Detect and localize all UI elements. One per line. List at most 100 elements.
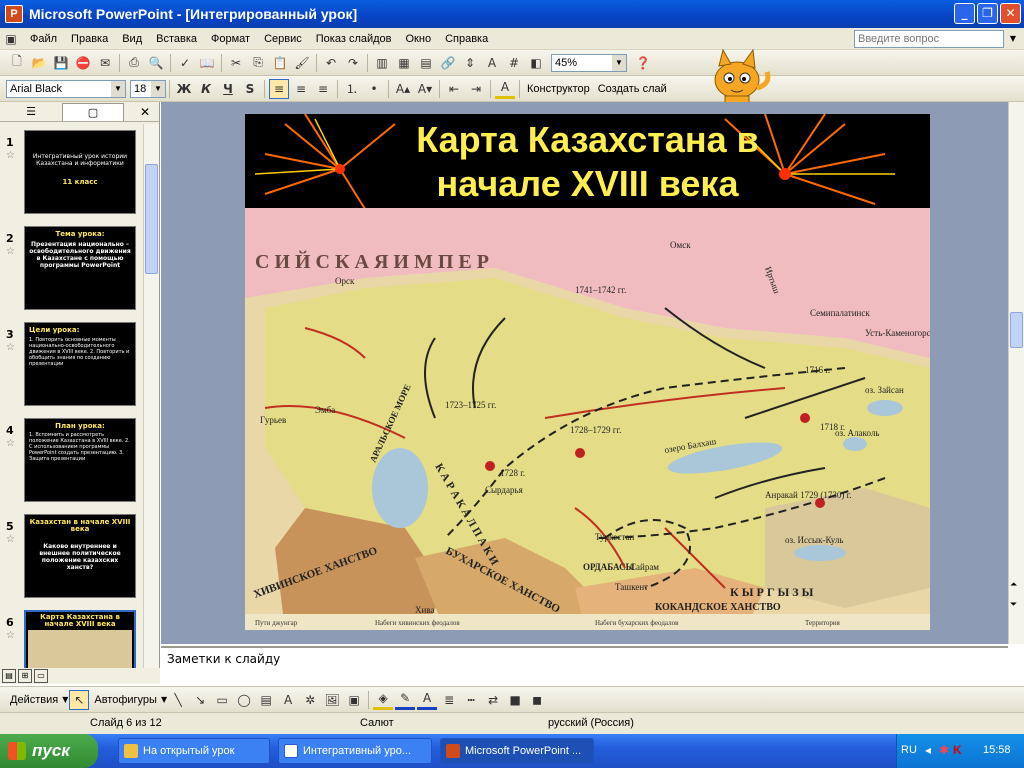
panel-close-icon[interactable]: ✕ — [140, 105, 150, 119]
close-button[interactable]: ✕ — [1000, 3, 1021, 24]
menu-edit[interactable]: Правка — [64, 33, 115, 45]
slide-thumbnail-3[interactable]: 3 ☆ Цели урока: 1. Повторить основные мо… — [4, 322, 140, 412]
menu-insert[interactable]: Вставка — [149, 33, 204, 45]
new-icon[interactable]: 🗋 — [7, 53, 27, 73]
open-icon[interactable]: 📂 — [29, 53, 49, 73]
show-formatting-icon[interactable]: A — [482, 53, 502, 73]
bullets-icon[interactable]: • — [364, 79, 384, 99]
fill-color-icon[interactable]: ◈ — [373, 690, 394, 710]
slide-thumbnail-5[interactable]: 5 ☆ Казахстан в начале XVIII века Каково… — [4, 514, 140, 604]
line-icon[interactable]: ╲ — [168, 690, 188, 710]
autoshapes-dropdown-icon[interactable]: ▼ — [161, 695, 167, 704]
increase-font-icon[interactable]: A▴ — [393, 79, 413, 99]
font-dropdown-icon[interactable]: ▼ — [111, 80, 125, 97]
task-word[interactable]: Интегративный уро... — [278, 738, 432, 764]
slide-title[interactable]: Карта Казахстана в начале XVIII века — [245, 118, 930, 206]
save-icon[interactable]: 💾 — [51, 53, 71, 73]
slide-thumbnail-6[interactable]: 6 ☆ Карта Казахстана в начале XVIII века — [4, 610, 140, 668]
align-center-icon[interactable]: ≡ — [291, 79, 311, 99]
decrease-indent-icon[interactable]: ⇤ — [444, 79, 464, 99]
help-icon[interactable]: ❓ — [633, 53, 653, 73]
email-icon[interactable]: ✉ — [95, 53, 115, 73]
ask-dropdown-icon[interactable]: ▼ — [1006, 31, 1020, 47]
autoshapes-menu[interactable]: Автофигуры — [90, 694, 161, 706]
picture-icon[interactable]: ▣ — [344, 690, 364, 710]
decrease-font-icon[interactable]: A▾ — [415, 79, 435, 99]
app-tray-icon[interactable]: K — [953, 743, 962, 757]
rectangle-icon[interactable]: ▭ — [212, 690, 232, 710]
permission-icon[interactable]: ⛔ — [73, 53, 93, 73]
shadow-style-icon[interactable]: ■ — [505, 690, 525, 710]
kazakhstan-map-image[interactable]: С И Й С К А Я И М П Е Р АРАЛЬСКОЕ МОРЕ Х… — [245, 208, 930, 630]
shadow-button[interactable]: S — [240, 79, 260, 99]
document-icon[interactable]: ▣ — [1, 29, 21, 49]
align-right-icon[interactable]: ≡ — [313, 79, 333, 99]
language-indicator[interactable]: RU — [901, 744, 917, 756]
insert-table-icon[interactable]: ▦ — [394, 53, 414, 73]
paste-icon[interactable]: 📋 — [270, 53, 290, 73]
designer-button[interactable]: Конструктор — [523, 83, 594, 95]
line-style-icon[interactable]: ≣ — [439, 690, 459, 710]
font-size-select[interactable]: 18 ▼ — [130, 79, 166, 98]
slide-thumbnail-4[interactable]: 4 ☆ План урока: 1. Вспомнить и рассмотре… — [4, 418, 140, 508]
actions-menu[interactable]: Действия — [6, 694, 62, 706]
print-icon[interactable]: ⎙ — [124, 53, 144, 73]
clipart-icon[interactable]: 🖼 — [322, 690, 342, 710]
normal-view-icon[interactable]: ▤ — [2, 669, 16, 683]
increase-indent-icon[interactable]: ⇥ — [466, 79, 486, 99]
tables-borders-icon[interactable]: ▤ — [416, 53, 436, 73]
italic-button[interactable]: К — [196, 79, 216, 99]
network-icon[interactable]: ◂ — [925, 743, 931, 757]
oval-icon[interactable]: ◯ — [234, 690, 254, 710]
hyperlink-icon[interactable]: 🔗 — [438, 53, 458, 73]
spelling-icon[interactable]: ✓ — [175, 53, 195, 73]
menu-tools[interactable]: Сервис — [257, 33, 309, 45]
slideshow-view-icon[interactable]: ▭ — [34, 669, 48, 683]
start-button[interactable]: пуск — [0, 734, 98, 768]
arrow-style-icon[interactable]: ⇄ — [483, 690, 503, 710]
slide-thumbnail-2[interactable]: 2 ☆ Тема урока: Презентация национально … — [4, 226, 140, 316]
ask-question-input[interactable]: Введите вопрос — [854, 30, 1004, 48]
next-slide-icon[interactable]: ⏷ — [1010, 600, 1017, 610]
thumbnails-scrollbar[interactable] — [143, 124, 159, 668]
underline-button[interactable]: Ч — [218, 79, 238, 99]
office-assistant[interactable] — [697, 44, 775, 108]
font-name-select[interactable]: Arial Black ▼ — [6, 79, 126, 98]
research-icon[interactable]: 📖 — [197, 53, 217, 73]
tab-outline[interactable]: ☰ — [0, 103, 62, 121]
scrollbar-thumb[interactable] — [1010, 312, 1023, 348]
slide-sorter-icon[interactable]: ⊞ — [18, 669, 32, 683]
menu-view[interactable]: Вид — [115, 33, 149, 45]
textbox-icon[interactable]: ▤ — [256, 690, 276, 710]
format-painter-icon[interactable]: 🖌 — [292, 53, 312, 73]
restore-button[interactable]: ❐ — [977, 3, 998, 24]
numbering-icon[interactable]: ⒈ — [342, 79, 362, 99]
zoom-select[interactable]: 45% ▼ — [551, 53, 627, 72]
color-grayscale-icon[interactable]: ◧ — [526, 53, 546, 73]
antivirus-icon[interactable]: ✱ — [939, 743, 949, 757]
bold-button[interactable]: Ж — [174, 79, 194, 99]
dash-style-icon[interactable]: ┅ — [461, 690, 481, 710]
align-left-icon[interactable]: ≡ — [269, 78, 289, 99]
wordart-icon[interactable]: A — [278, 690, 298, 710]
scrollbar-thumb[interactable] — [145, 164, 158, 274]
slide-thumbnail-1[interactable]: 1 ☆ Интегративный урок истории Казахстан… — [4, 130, 140, 220]
3d-style-icon[interactable]: ◼ — [527, 690, 547, 710]
grid-icon[interactable]: # — [504, 53, 524, 73]
new-slide-button[interactable]: Создать слай — [594, 83, 671, 95]
font-size-dropdown-icon[interactable]: ▼ — [151, 80, 165, 97]
expand-all-icon[interactable]: ⇕ — [460, 53, 480, 73]
minimize-button[interactable]: _ — [954, 3, 975, 24]
menu-window[interactable]: Окно — [399, 33, 439, 45]
current-slide[interactable]: Карта Казахстана в начале XVIII века С И… — [245, 114, 930, 630]
menu-slideshow[interactable]: Показ слайдов — [309, 33, 399, 45]
arrow-icon[interactable]: ↘ — [190, 690, 210, 710]
task-powerpoint[interactable]: Microsoft PowerPoint ... — [440, 738, 594, 764]
slide-scrollbar[interactable]: ⏶ ⏷ — [1008, 102, 1024, 644]
powerpoint-app-icon[interactable]: P — [5, 5, 23, 23]
menu-format[interactable]: Формат — [204, 33, 257, 45]
task-folder[interactable]: На открытый урок — [118, 738, 270, 764]
insert-chart-icon[interactable]: ▥ — [372, 53, 392, 73]
undo-icon[interactable]: ↶ — [321, 53, 341, 73]
menu-help[interactable]: Справка — [438, 33, 495, 45]
